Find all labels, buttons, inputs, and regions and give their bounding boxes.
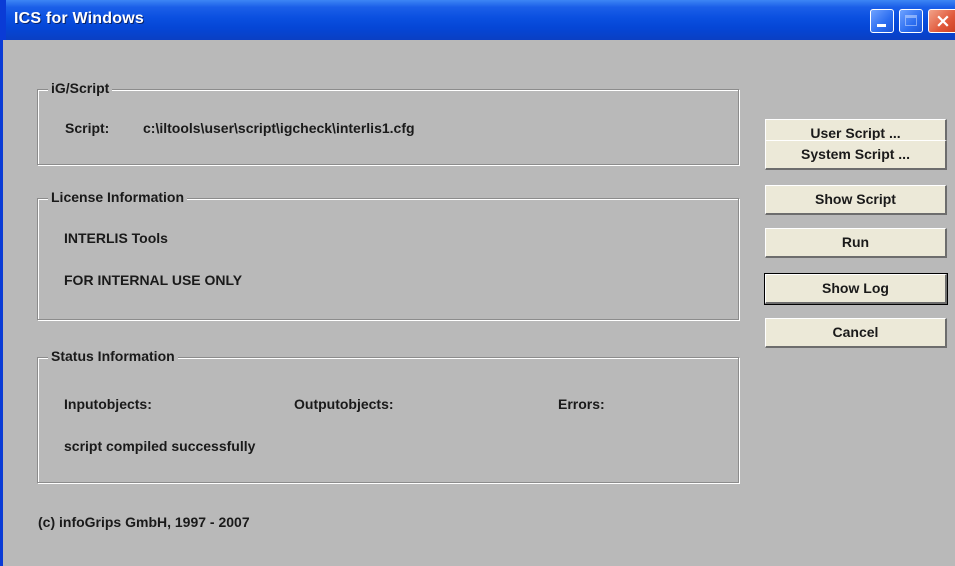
status-message: script compiled successfully: [64, 438, 256, 454]
inputobjects-label: Inputobjects:: [64, 396, 152, 412]
script-label: Script:: [65, 120, 110, 136]
minimize-button[interactable]: [870, 9, 894, 33]
script-group-title: iG/Script: [48, 80, 113, 96]
show-script-button[interactable]: Show Script: [765, 185, 947, 215]
minimize-icon: [877, 24, 886, 27]
license-usage: FOR INTERNAL USE ONLY: [64, 272, 243, 288]
cancel-button[interactable]: Cancel: [765, 318, 947, 348]
close-icon: ×: [935, 10, 951, 32]
copyright-text: (c) infoGrips GmbH, 1997 - 2007: [38, 514, 250, 530]
license-group: License Information INTERLIS Tools FOR I…: [37, 189, 739, 320]
run-button[interactable]: Run: [765, 228, 947, 258]
status-group: Status Information Inputobjects: Outputo…: [37, 348, 739, 483]
show-log-button[interactable]: Show Log: [764, 273, 948, 305]
license-group-title: License Information: [48, 189, 188, 205]
maximize-icon: [905, 15, 917, 26]
close-button[interactable]: ×: [928, 9, 955, 33]
status-group-title: Status Information: [48, 348, 178, 364]
script-group: iG/Script Script: c:\iltools\user\script…: [37, 80, 739, 165]
title-bar[interactable]: ICS for Windows ×: [3, 0, 955, 40]
outputobjects-label: Outputobjects:: [294, 396, 394, 412]
system-script-button[interactable]: System Script ...: [765, 140, 947, 170]
window-title: ICS for Windows: [14, 10, 144, 27]
script-path: c:\iltools\user\script\igcheck\interlis1…: [143, 120, 415, 136]
maximize-button[interactable]: [899, 9, 923, 33]
license-product: INTERLIS Tools: [64, 230, 168, 246]
main-window: ICS for Windows × iG/Script Script: c:\i…: [0, 0, 955, 566]
errors-label: Errors:: [558, 396, 605, 412]
